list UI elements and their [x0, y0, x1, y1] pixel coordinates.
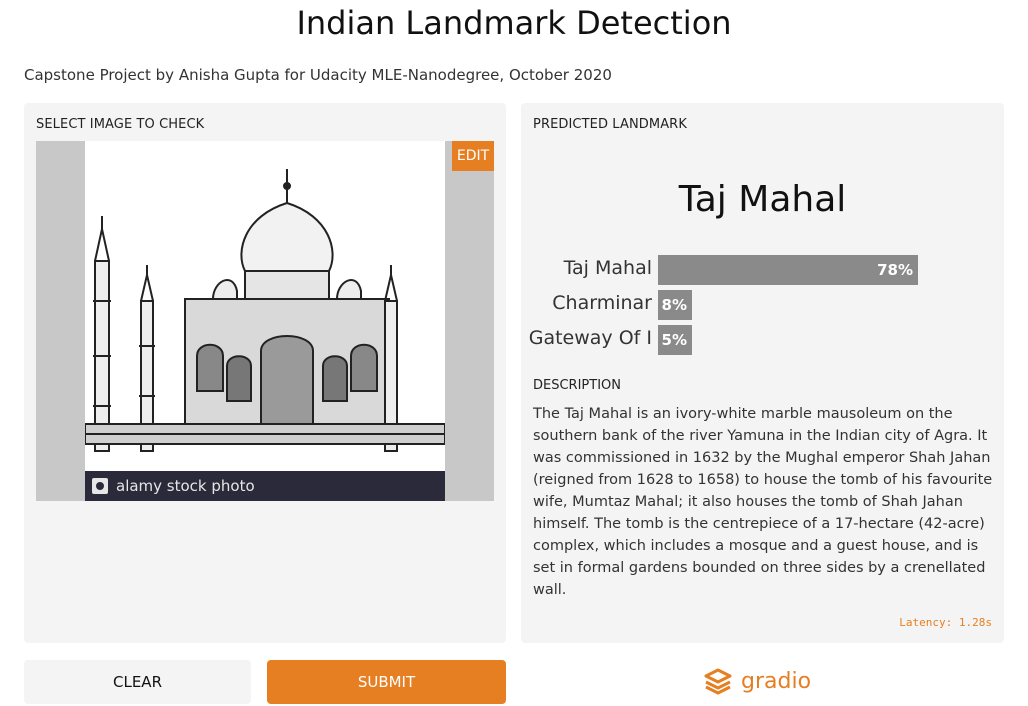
confidence-bar: 8%: [658, 290, 692, 320]
gradio-logo-icon: [704, 668, 732, 695]
confidence-row: Charminar 8%: [521, 290, 1004, 320]
edit-button[interactable]: EDIT: [452, 141, 494, 171]
output-panel-label: PREDICTED LANDMARK: [533, 117, 687, 132]
description-label: DESCRIPTION: [533, 378, 621, 393]
latency-text: Latency: 1.28s: [899, 616, 992, 629]
gradio-brand[interactable]: gradio: [703, 665, 811, 697]
landmark-image: alamy stock photo: [85, 141, 445, 501]
confidence-bar: 78%: [658, 255, 918, 285]
confidence-label: Charminar: [552, 292, 652, 314]
confidence-row: Taj Mahal 78%: [521, 255, 1004, 285]
page-subtitle: Capstone Project by Anisha Gupta for Uda…: [24, 66, 612, 84]
clear-button[interactable]: CLEAR: [24, 660, 251, 704]
confidence-bar: 5%: [658, 325, 692, 355]
confidence-row: Gateway Of I 5%: [521, 325, 1004, 355]
brand-name: gradio: [741, 668, 812, 694]
watermark-bar: alamy stock photo: [85, 471, 445, 501]
description-text: The Taj Mahal is an ivory-white marble m…: [533, 406, 993, 598]
image-upload-area[interactable]: alamy stock photo EDIT: [36, 141, 494, 501]
confidence-label: Taj Mahal: [563, 257, 652, 279]
watermark-text: alamy stock photo: [116, 477, 255, 495]
input-panel-label: SELECT IMAGE TO CHECK: [36, 117, 205, 132]
alamy-logo-icon: [92, 478, 108, 494]
submit-button[interactable]: SUBMIT: [267, 660, 506, 704]
output-panel: PREDICTED LANDMARK Taj Mahal Taj Mahal 7…: [521, 103, 1004, 643]
confidence-label: Gateway Of I: [528, 327, 652, 349]
taj-mahal-sketch: [85, 169, 445, 452]
page-title: Indian Landmark Detection: [296, 4, 732, 42]
predicted-landmark: Taj Mahal: [678, 179, 847, 220]
input-panel: SELECT IMAGE TO CHECK alamy stock photo …: [24, 103, 506, 643]
